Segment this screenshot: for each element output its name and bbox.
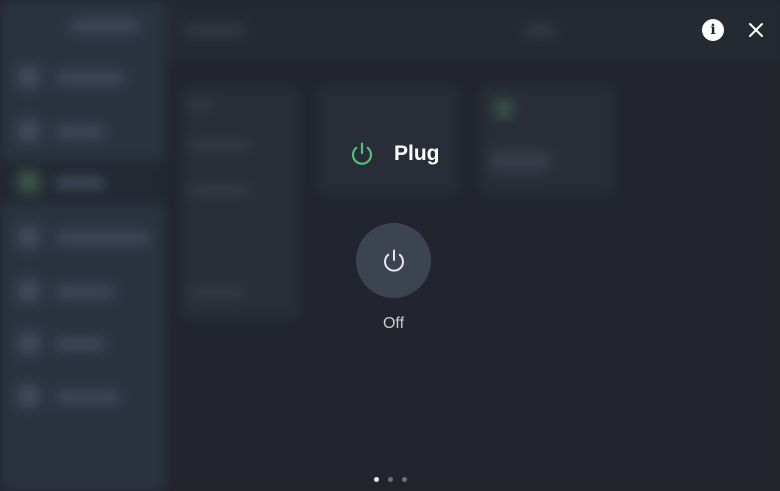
- info-icon: i: [710, 22, 716, 38]
- power-icon: [383, 249, 404, 272]
- power-toggle-button[interactable]: [356, 223, 431, 298]
- device-dialog: i Plug Off: [0, 0, 780, 491]
- dialog-actions: i: [702, 18, 768, 42]
- page-dot[interactable]: [374, 477, 379, 482]
- device-title: Plug: [394, 142, 440, 165]
- close-button[interactable]: [744, 18, 768, 42]
- close-icon: [749, 23, 763, 37]
- page-dot[interactable]: [402, 477, 407, 482]
- power-state-label: Off: [382, 315, 405, 332]
- info-button[interactable]: i: [702, 19, 724, 41]
- power-icon: [351, 142, 373, 165]
- page-dot[interactable]: [388, 477, 393, 482]
- page-indicator: [374, 477, 407, 482]
- dialog-header: Plug: [348, 140, 440, 168]
